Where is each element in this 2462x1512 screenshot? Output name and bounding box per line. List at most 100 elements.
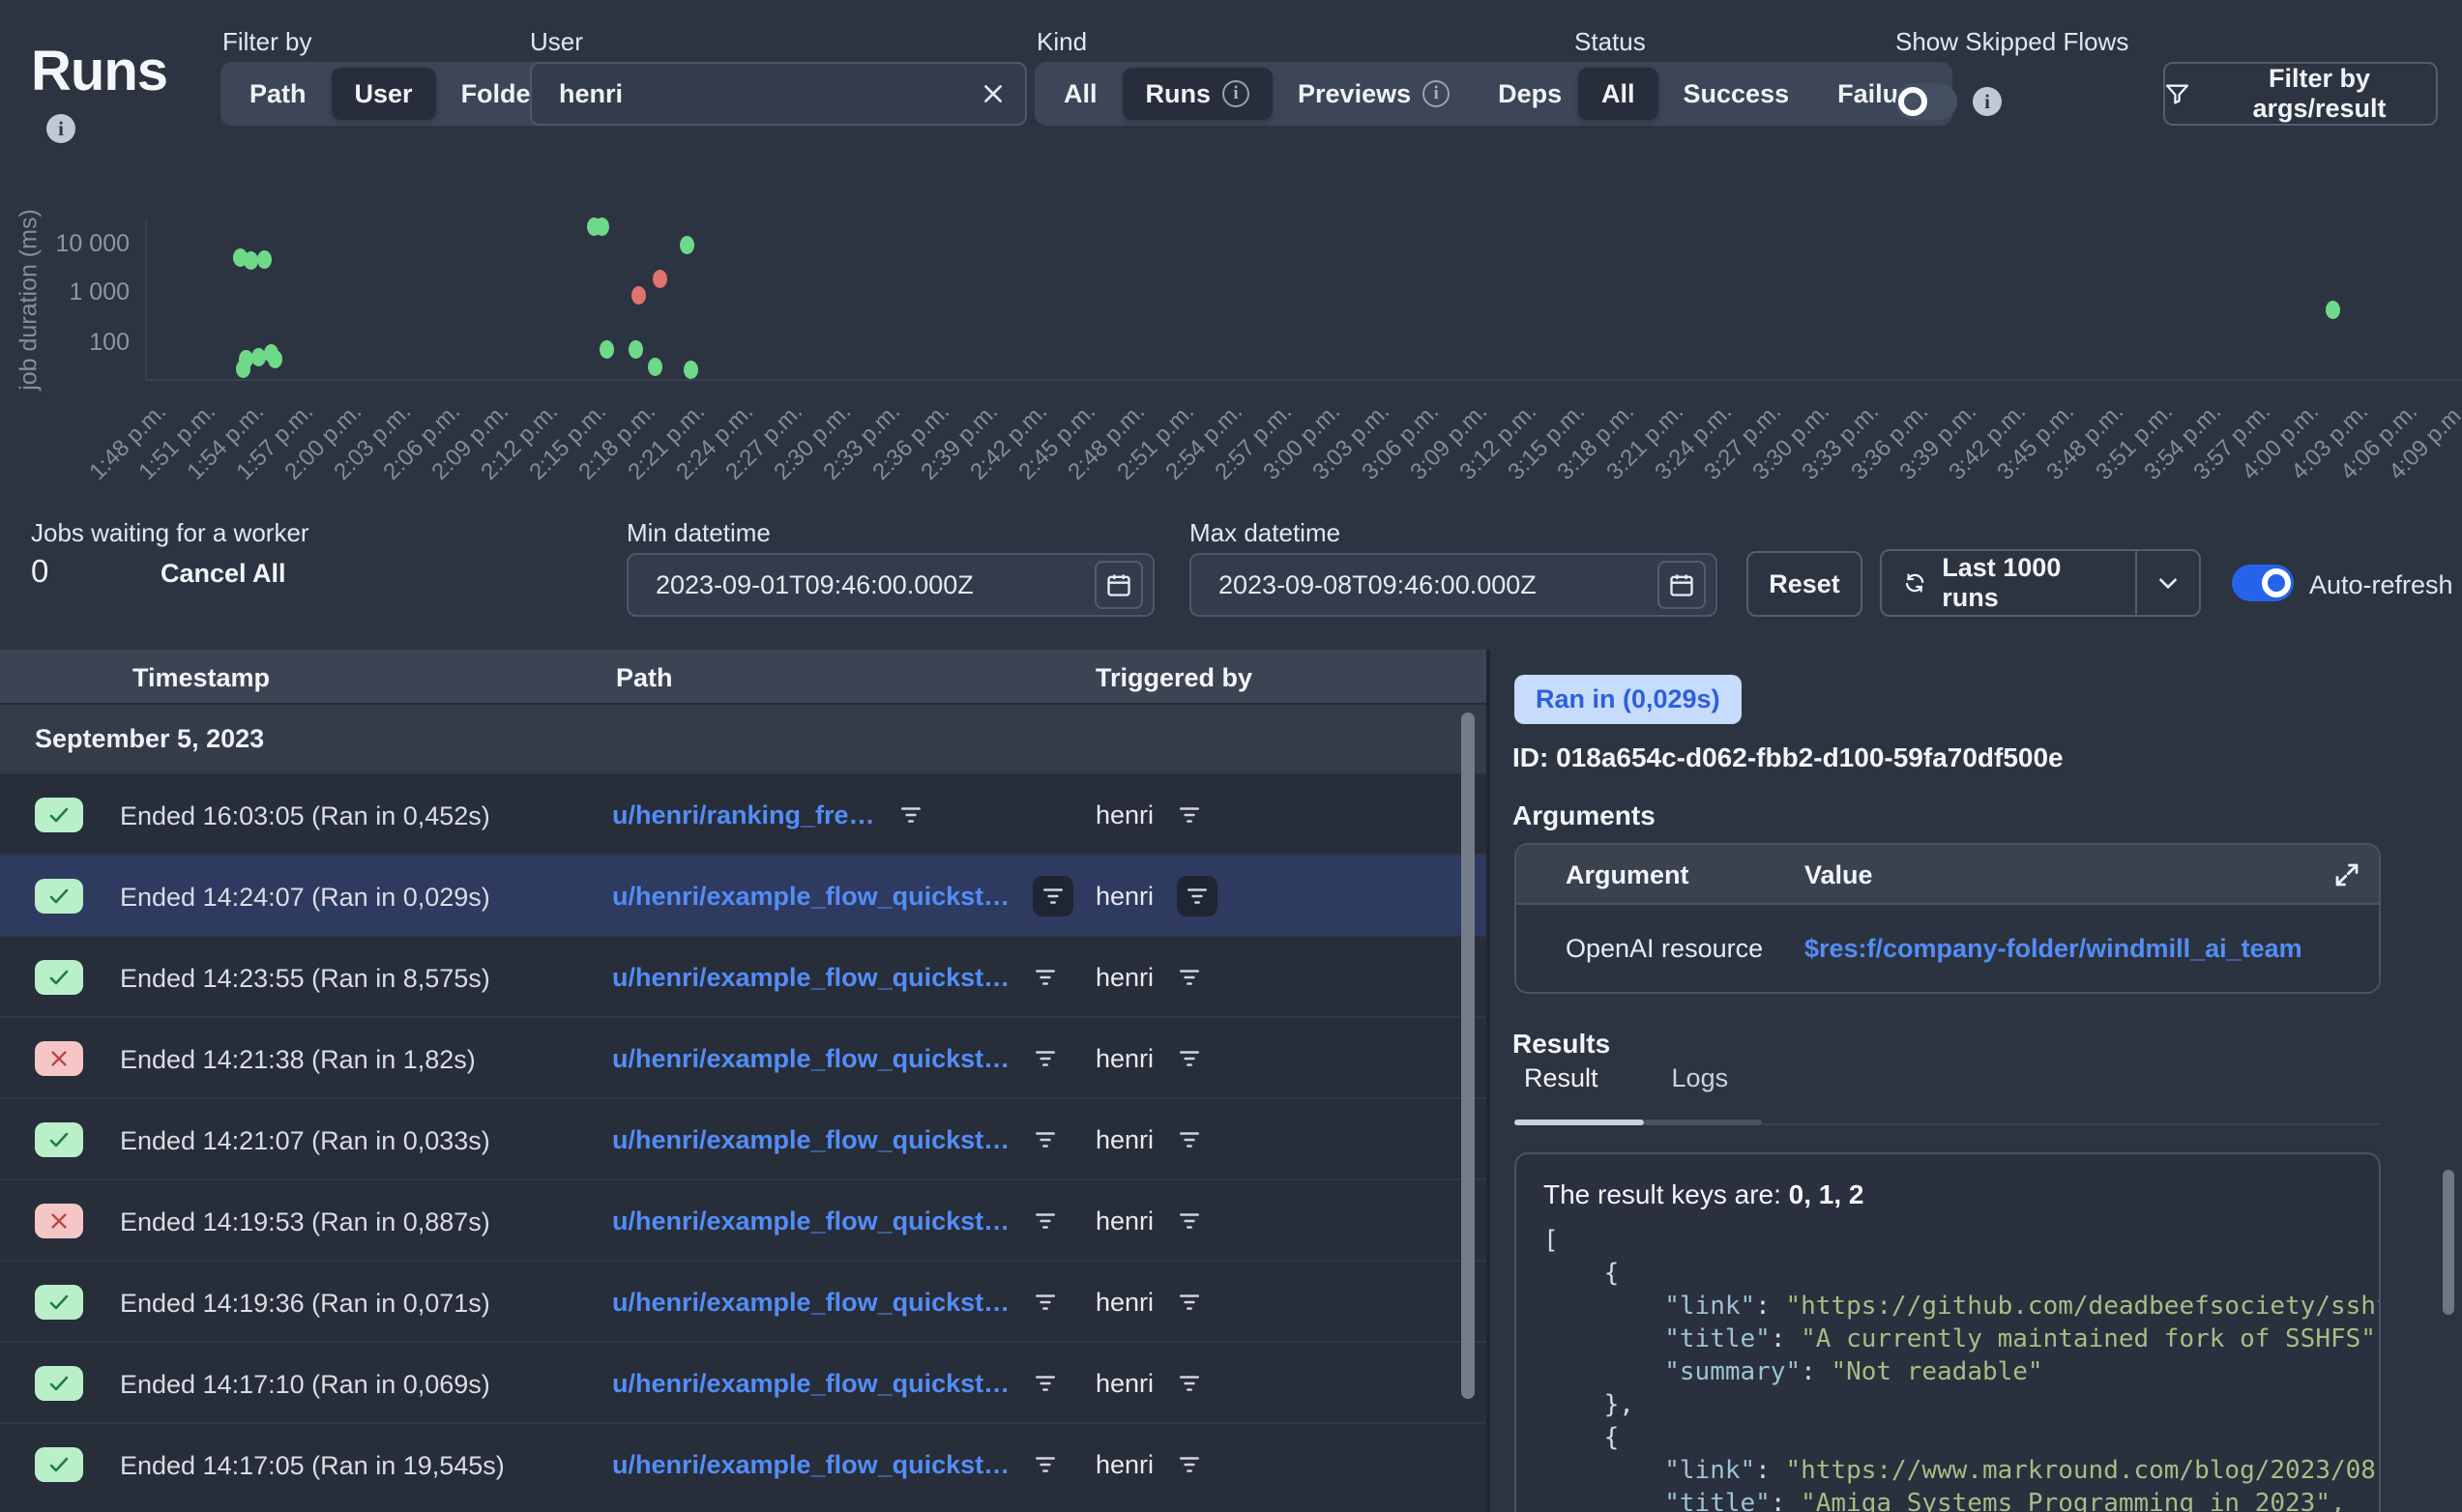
expand-icon[interactable]	[2332, 860, 2361, 889]
chart-point[interactable]	[653, 270, 667, 288]
run-path-link[interactable]: u/henri/example_flow_quickst…	[612, 1044, 1010, 1074]
filter-by-path-icon[interactable]	[1033, 1371, 1058, 1396]
chart-point[interactable]	[684, 361, 698, 379]
triggered-by-user: henri	[1096, 1288, 1154, 1318]
filter-by-path-icon[interactable]	[1033, 1127, 1058, 1152]
run-path-link[interactable]: u/henri/example_flow_quickst…	[612, 882, 1010, 912]
triggered-by-user: henri	[1096, 1369, 1154, 1399]
triggered-by-user: henri	[1096, 1207, 1154, 1236]
chart-point[interactable]	[631, 286, 646, 305]
success-check-icon	[35, 1447, 83, 1482]
status-success[interactable]: Success	[1660, 68, 1813, 120]
filter-by-user-icon[interactable]	[1177, 1371, 1202, 1396]
triggered-by-user: henri	[1096, 963, 1154, 993]
filter-by-user-icon[interactable]	[1177, 1046, 1202, 1071]
result-scrollbar[interactable]	[2443, 1170, 2454, 1315]
reset-button[interactable]: Reset	[1746, 551, 1862, 617]
chart-point[interactable]	[629, 340, 643, 359]
filter-by-path-icon[interactable]	[1033, 1208, 1058, 1234]
run-path-link[interactable]: u/henri/example_flow_quickst…	[612, 1288, 1010, 1318]
last-runs-button[interactable]: Last 1000 runs	[1882, 551, 2122, 615]
show-skipped-toggle[interactable]	[1895, 83, 1957, 120]
filter-by-path-icon[interactable]	[898, 802, 923, 828]
chart-point[interactable]	[268, 350, 282, 368]
chart-point[interactable]	[680, 236, 694, 254]
filter-by-path-icon[interactable]	[1033, 1046, 1058, 1071]
chart-point[interactable]	[2326, 301, 2340, 319]
filter-args-button[interactable]: Filter by args/result	[2163, 62, 2438, 126]
kind-previews[interactable]: Previewsi	[1275, 68, 1473, 120]
min-datetime-input[interactable]: 2023-09-01T09:46:00.000Z	[627, 553, 1155, 617]
chart-point[interactable]	[648, 358, 662, 376]
y-tick-label: 10 000	[0, 230, 130, 258]
chart-point[interactable]	[244, 251, 258, 270]
result-viewer[interactable]: The result keys are: 0, 1, 2 [ { "link":…	[1514, 1152, 2381, 1512]
tab-result[interactable]: Result	[1514, 1063, 1608, 1093]
min-datetime-calendar-icon[interactable]	[1095, 561, 1143, 609]
filter-by-user-icon[interactable]	[1177, 1452, 1202, 1477]
previews-kind-info-icon[interactable]: i	[1422, 80, 1450, 107]
tab-logs-underline	[1644, 1119, 1762, 1125]
code-line: "link": "https://github.com/deadbeefsoci…	[1543, 1290, 2352, 1323]
max-datetime-calendar-icon[interactable]	[1657, 561, 1706, 609]
filter-by-user-icon[interactable]	[1177, 1290, 1202, 1315]
user-input[interactable]: henri	[530, 62, 1027, 126]
table-rows: Ended 16:03:05 (Ran in 0,452s)u/henri/ra…	[0, 772, 1486, 1503]
filter-icon-pill	[1177, 876, 1217, 916]
autorefresh-toggle[interactable]	[2232, 565, 2294, 601]
run-path-link[interactable]: u/henri/example_flow_quickst…	[612, 1369, 1010, 1399]
cancel-all-button[interactable]: Cancel All	[161, 559, 286, 589]
filter-by-path-icon[interactable]	[1033, 965, 1058, 990]
max-datetime-label: Max datetime	[1189, 518, 1340, 548]
last-runs-dropdown-button[interactable]	[2135, 551, 2199, 615]
filter-by-label: Filter by	[222, 27, 311, 57]
chart-point[interactable]	[257, 250, 272, 269]
filter-by-path-icon[interactable]	[1040, 884, 1066, 909]
filter-by-user-icon[interactable]	[1177, 802, 1202, 828]
filter-by-path-icon[interactable]	[1033, 1452, 1058, 1477]
filter-by-user-icon[interactable]	[1185, 884, 1210, 909]
run-row[interactable]: Ended 14:19:53 (Ran in 0,887s)u/henri/ex…	[0, 1178, 1486, 1260]
date-group-row: September 5, 2023	[0, 705, 1486, 772]
run-row[interactable]: Ended 14:21:38 (Ran in 1,82s)u/henri/exa…	[0, 1016, 1486, 1097]
max-datetime-input[interactable]: 2023-09-08T09:46:00.000Z	[1189, 553, 1717, 617]
run-path-link[interactable]: u/henri/ranking_fre…	[612, 800, 875, 830]
run-path-link[interactable]: u/henri/example_flow_quickst…	[612, 1125, 1010, 1155]
triggered-by-user: henri	[1096, 1450, 1154, 1480]
filter-by-user-icon[interactable]	[1177, 1127, 1202, 1152]
table-scrollbar[interactable]	[1461, 712, 1475, 1399]
run-row[interactable]: Ended 16:03:05 (Ran in 0,452s)u/henri/ra…	[0, 772, 1486, 854]
run-path-link[interactable]: u/henri/example_flow_quickst…	[612, 1207, 1010, 1236]
runs-kind-info-icon[interactable]: i	[1222, 80, 1249, 107]
chart-x-axis	[145, 379, 2462, 381]
filter-by-user-icon[interactable]	[1177, 965, 1202, 990]
kind-runs[interactable]: Runsi	[1123, 68, 1274, 120]
jobs-waiting-count: 0	[31, 553, 48, 590]
run-row[interactable]: Ended 14:21:07 (Ran in 0,033s)u/henri/ex…	[0, 1097, 1486, 1178]
skipped-info-icon[interactable]: i	[1973, 87, 2002, 116]
results-tabs: Result Logs	[1514, 1063, 1738, 1093]
chart-point[interactable]	[595, 218, 609, 236]
run-row[interactable]: Ended 14:23:55 (Ran in 8,575s)u/henri/ex…	[0, 935, 1486, 1016]
code-line: [	[1543, 1224, 2352, 1257]
kind-all[interactable]: All	[1040, 68, 1121, 120]
chart-point[interactable]	[600, 340, 614, 359]
status-all[interactable]: All	[1578, 68, 1658, 120]
filter-by-user-icon[interactable]	[1177, 1208, 1202, 1234]
code-line: {	[1543, 1257, 2352, 1290]
runs-info-icon[interactable]: i	[46, 114, 75, 143]
run-row[interactable]: Ended 14:17:10 (Ran in 0,069s) u/henri/ex…	[0, 1341, 1486, 1422]
run-path-link[interactable]: u/henri/example_flow_quickst…	[612, 963, 1010, 993]
filter-by-path-icon[interactable]	[1033, 1290, 1058, 1315]
argument-value-link[interactable]: $res:f/company-folder/windmill_ai_team	[1804, 934, 2302, 964]
run-timestamp: Ended 14:17:10 (Ran in 0,069s)	[120, 1370, 490, 1400]
run-row[interactable]: Ended 14:24:07 (Ran in 0,029s)u/henri/ex…	[0, 854, 1486, 935]
tab-logs[interactable]: Logs	[1662, 1063, 1739, 1093]
run-path-link[interactable]: u/henri/example_flow_quickst…	[612, 1450, 1010, 1480]
clear-user-icon[interactable]	[981, 81, 1006, 106]
run-row[interactable]: Ended 14:19:36 (Ran in 0,071s)u/henri/ex…	[0, 1260, 1486, 1341]
filter-by-user[interactable]: User	[332, 68, 436, 120]
table-header: Timestamp Path Triggered by	[0, 650, 1486, 703]
run-row[interactable]: Ended 14:17:05 (Ran in 19,545s)u/henri/e…	[0, 1422, 1486, 1503]
filter-by-path[interactable]: Path	[226, 68, 330, 120]
